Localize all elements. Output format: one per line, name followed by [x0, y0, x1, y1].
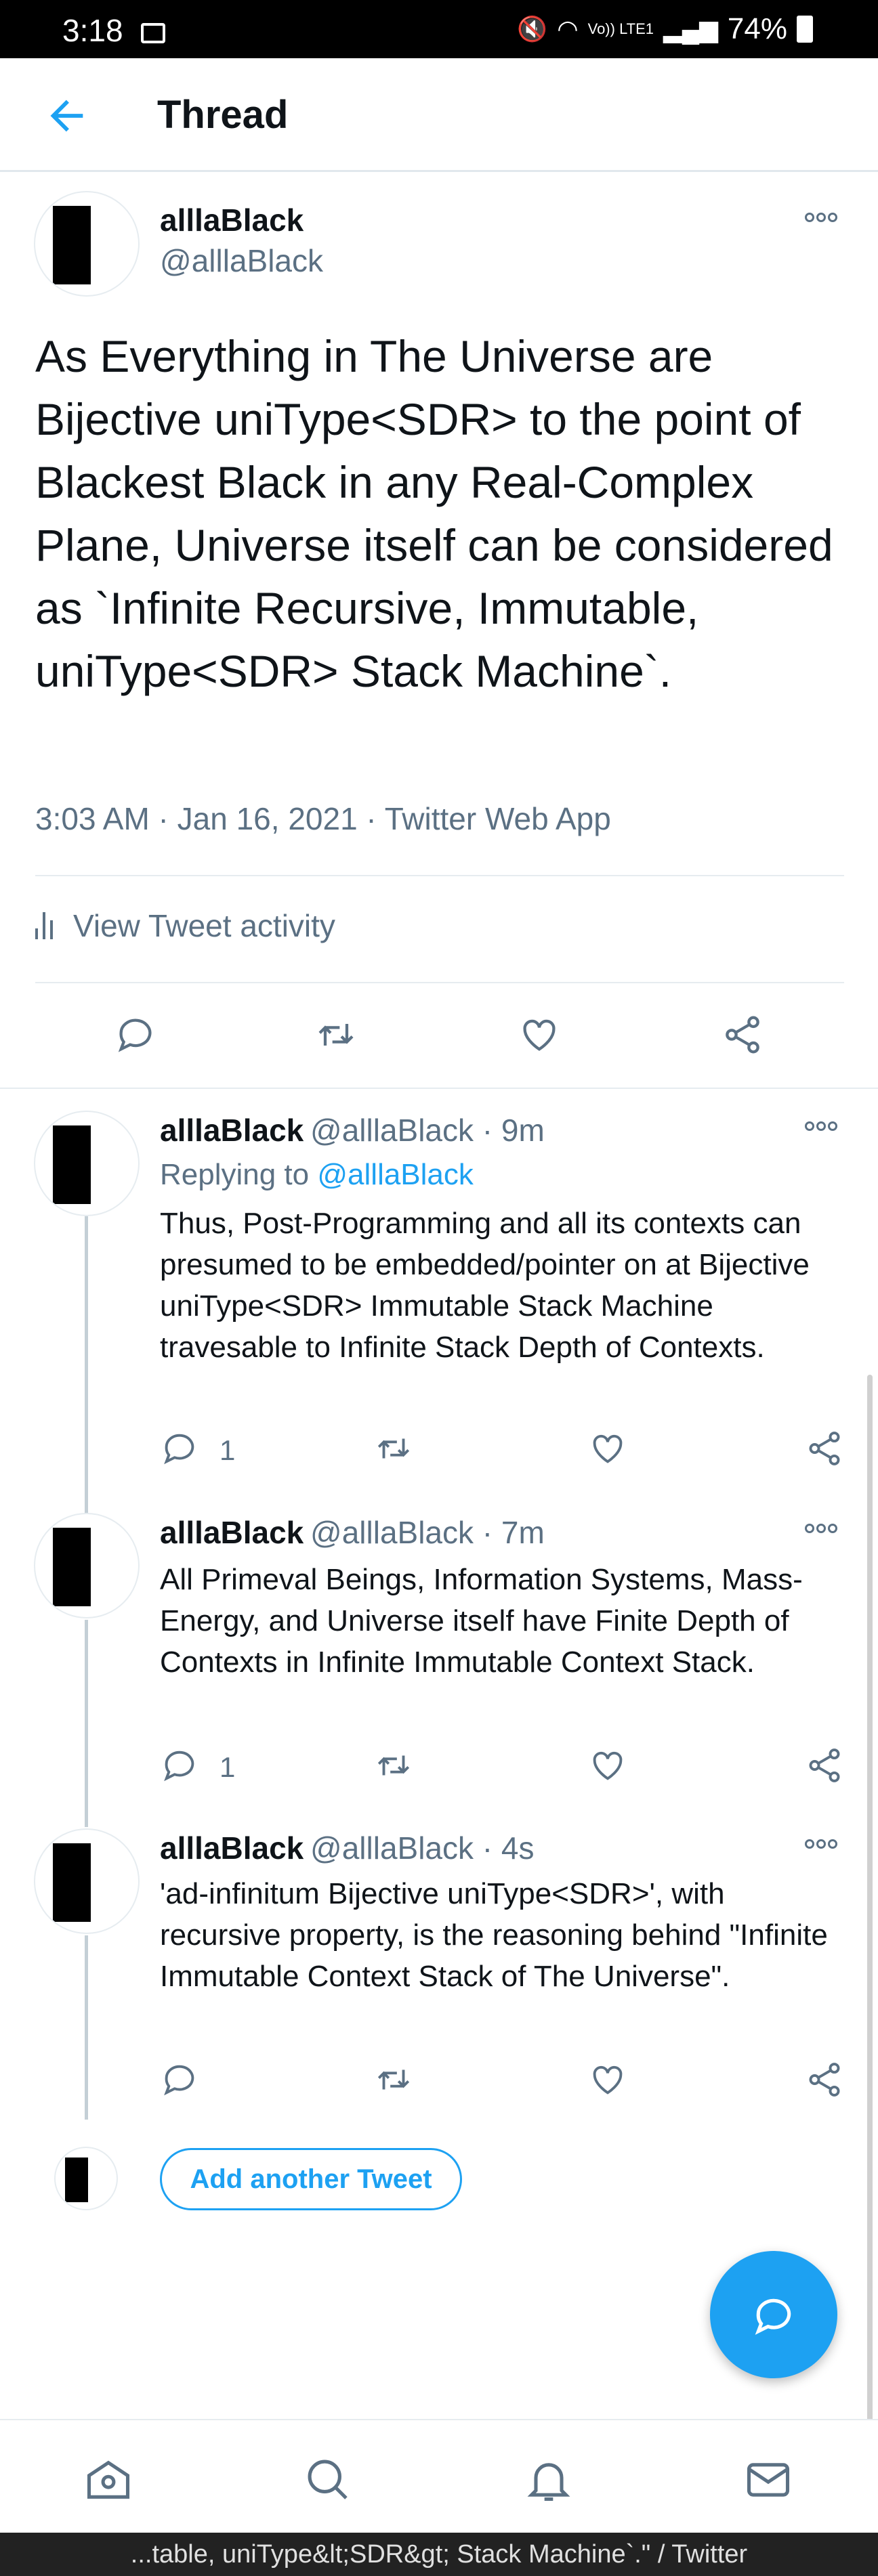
- bottom-nav: [0, 2419, 878, 2533]
- tweet-text: Thus, Post-Programming and all its conte…: [160, 1207, 810, 1364]
- battery-level: 74%: [727, 12, 787, 45]
- display-name[interactable]: alllaBlack: [160, 1514, 304, 1551]
- more-icon[interactable]: [805, 213, 843, 226]
- display-name[interactable]: alllaBlack: [160, 202, 304, 238]
- reply-count: 1: [220, 1434, 236, 1466]
- thread-header: Thread: [0, 58, 878, 172]
- more-icon[interactable]: [805, 1121, 843, 1135]
- retweet-icon[interactable]: [314, 1013, 358, 1056]
- reply-count: 1: [220, 1751, 236, 1783]
- avatar[interactable]: [34, 1828, 140, 1934]
- handle-time: @alllaBlack · 4s: [310, 1830, 535, 1866]
- home-icon[interactable]: [83, 2454, 134, 2506]
- display-name[interactable]: alllaBlack: [160, 1830, 304, 1866]
- share-icon[interactable]: [805, 1746, 844, 1785]
- tweet-text: 'ad-infinitum Bijective uniType<SDR>', w…: [160, 1877, 828, 1993]
- avatar[interactable]: [34, 1111, 140, 1216]
- handle-time: @alllaBlack · 7m: [310, 1515, 545, 1550]
- reply-icon[interactable]: [114, 1013, 157, 1056]
- page-caption: ...table, uniType&lt;SDR&gt; Stack Machi…: [0, 2533, 878, 2576]
- gallery-icon: [141, 23, 165, 43]
- like-icon[interactable]: [588, 1746, 627, 1785]
- search-icon[interactable]: [302, 2454, 354, 2506]
- notifications-icon[interactable]: [523, 2454, 574, 2506]
- back-arrow-icon[interactable]: [43, 92, 91, 139]
- reply-icon[interactable]: [160, 2060, 199, 2099]
- status-right: 🔇 ◠ Vo)) LTE1 ▂▄▆ 74%: [517, 12, 813, 46]
- more-icon[interactable]: [805, 1839, 843, 1853]
- mute-icon: 🔇: [517, 15, 548, 43]
- status-bar: 3:18 🔇 ◠ Vo)) LTE1 ▂▄▆ 74%: [0, 0, 878, 58]
- activity-label: View Tweet activity: [73, 908, 335, 943]
- share-icon[interactable]: [805, 2060, 844, 2099]
- compose-icon: [755, 2298, 791, 2335]
- avatar[interactable]: [34, 1513, 140, 1618]
- retweet-icon[interactable]: [374, 2060, 413, 2099]
- thread-line: [85, 1216, 88, 1514]
- compose-button[interactable]: [710, 2251, 837, 2378]
- tweet-text: As Everything in The Universe are Biject…: [35, 331, 833, 696]
- status-time: 3:18: [62, 13, 123, 48]
- reply-icon[interactable]: [160, 1746, 199, 1785]
- messages-icon[interactable]: [743, 2454, 794, 2506]
- view-activity-link[interactable]: View Tweet activity: [35, 907, 335, 944]
- retweet-icon[interactable]: [374, 1746, 413, 1785]
- reply-icon[interactable]: [160, 1429, 199, 1468]
- tweet-meta: 3:03 AM · Jan 16, 2021 · Twitter Web App: [35, 801, 611, 836]
- add-another-tweet-button[interactable]: Add another Tweet: [160, 2148, 462, 2210]
- replying-to-link[interactable]: @alllaBlack: [317, 1158, 474, 1191]
- display-name[interactable]: alllaBlack: [160, 1112, 304, 1149]
- thread-line: [85, 1935, 88, 2120]
- replying-prefix: Replying to: [160, 1158, 310, 1191]
- share-icon[interactable]: [721, 1013, 764, 1056]
- retweet-icon[interactable]: [374, 1429, 413, 1468]
- network-label: Vo)) LTE1: [587, 20, 654, 37]
- signal-icon: ▂▄▆: [663, 15, 718, 43]
- thread-line: [85, 1620, 88, 1827]
- divider: [0, 1088, 878, 1089]
- avatar: [54, 2147, 118, 2210]
- handle-time: @alllaBlack · 9m: [310, 1113, 545, 1148]
- divider: [35, 982, 844, 983]
- battery-icon: [797, 16, 813, 43]
- activity-icon: [35, 912, 53, 939]
- scrollbar[interactable]: [867, 1375, 873, 2438]
- wifi-icon: ◠: [557, 15, 579, 43]
- more-icon[interactable]: [805, 1524, 843, 1537]
- share-icon[interactable]: [805, 1429, 844, 1468]
- avatar[interactable]: [34, 191, 140, 297]
- divider: [35, 875, 844, 876]
- like-icon[interactable]: [588, 2060, 627, 2099]
- replying-to: Replying to @alllaBlack: [160, 1158, 474, 1192]
- page-title: Thread: [157, 93, 289, 137]
- like-icon[interactable]: [518, 1013, 561, 1056]
- tweet-text: All Primeval Beings, Information Systems…: [160, 1563, 803, 1679]
- like-icon[interactable]: [588, 1429, 627, 1468]
- user-handle[interactable]: @alllaBlack: [160, 242, 323, 279]
